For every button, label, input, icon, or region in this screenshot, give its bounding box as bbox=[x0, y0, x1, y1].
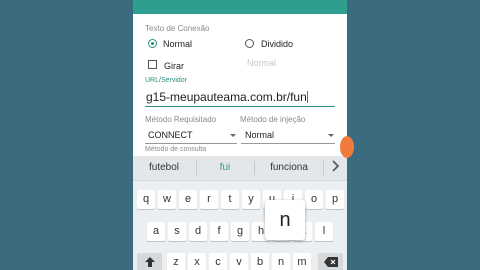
soft-keyboard: futebol fui funciona q w e r t y u i o p… bbox=[133, 156, 347, 270]
key-f[interactable]: f bbox=[210, 222, 228, 241]
key-y[interactable]: y bbox=[242, 190, 260, 209]
url-label: URL/Servidor bbox=[145, 77, 188, 84]
key-x[interactable]: x bbox=[188, 253, 206, 270]
title-bar bbox=[133, 0, 347, 14]
suggestion-divider bbox=[323, 161, 324, 175]
key-n[interactable]: n bbox=[272, 253, 290, 270]
connection-text-label: Texto de Conexão bbox=[145, 24, 210, 33]
key-w[interactable]: w bbox=[158, 190, 176, 209]
key-t[interactable]: t bbox=[221, 190, 239, 209]
query-method-label: Método de consulta bbox=[145, 146, 207, 153]
app-screen: Texto de Conexão Normal Dividido Girar N… bbox=[133, 0, 347, 270]
key-e[interactable]: e bbox=[179, 190, 197, 209]
key-b[interactable]: b bbox=[251, 253, 269, 270]
suggestion-2[interactable]: fui bbox=[200, 162, 250, 173]
shift-icon[interactable] bbox=[137, 253, 162, 270]
suggestion-bar: futebol fui funciona bbox=[133, 156, 347, 181]
suggestion-divider bbox=[196, 161, 197, 175]
key-s[interactable]: s bbox=[168, 222, 186, 241]
radio-normal-label: Normal bbox=[163, 39, 193, 49]
key-r[interactable]: r bbox=[200, 190, 218, 209]
radio-normal[interactable] bbox=[148, 39, 157, 48]
injection-method-label: Método de injeção bbox=[240, 115, 306, 124]
url-input[interactable]: g15-meupauteama.com.br/fun bbox=[145, 89, 335, 107]
split-payload-field[interactable]: Normal bbox=[247, 58, 276, 68]
floating-action-button[interactable] bbox=[340, 136, 354, 158]
method-requested-dropdown-icon[interactable] bbox=[230, 134, 236, 137]
key-q[interactable]: q bbox=[137, 190, 155, 209]
injection-method-underline bbox=[241, 143, 335, 144]
suggestion-3[interactable]: funciona bbox=[257, 162, 321, 173]
url-input-value: g15-meupauteama.com.br/fun bbox=[146, 90, 307, 104]
key-o[interactable]: o bbox=[305, 190, 323, 209]
key-v[interactable]: v bbox=[230, 253, 248, 270]
radio-divided-label: Dividido bbox=[261, 39, 294, 49]
key-a[interactable]: a bbox=[147, 222, 165, 241]
chevron-right-icon[interactable] bbox=[326, 159, 344, 176]
injection-method-dropdown-icon[interactable] bbox=[328, 134, 334, 137]
radio-divided[interactable] bbox=[245, 39, 254, 48]
key-g[interactable]: g bbox=[231, 222, 249, 241]
method-requested-underline bbox=[145, 143, 237, 144]
key-preview-popup: n bbox=[265, 200, 305, 240]
suggestion-divider bbox=[254, 161, 255, 175]
key-d[interactable]: d bbox=[189, 222, 207, 241]
method-requested-label: Método Requisitado bbox=[145, 115, 217, 124]
injection-method-value[interactable]: Normal bbox=[245, 130, 274, 140]
suggestion-1[interactable]: futebol bbox=[136, 162, 192, 173]
key-c[interactable]: c bbox=[209, 253, 227, 270]
key-z[interactable]: z bbox=[167, 253, 185, 270]
rotate-checkbox[interactable] bbox=[148, 60, 157, 69]
key-m[interactable]: m bbox=[293, 253, 311, 270]
key-p[interactable]: p bbox=[326, 190, 344, 209]
text-cursor bbox=[306, 91, 308, 103]
rotate-label: Girar bbox=[164, 61, 184, 71]
backspace-icon[interactable] bbox=[318, 253, 343, 270]
method-requested-value[interactable]: CONNECT bbox=[148, 130, 193, 140]
key-l[interactable]: l bbox=[315, 222, 333, 241]
